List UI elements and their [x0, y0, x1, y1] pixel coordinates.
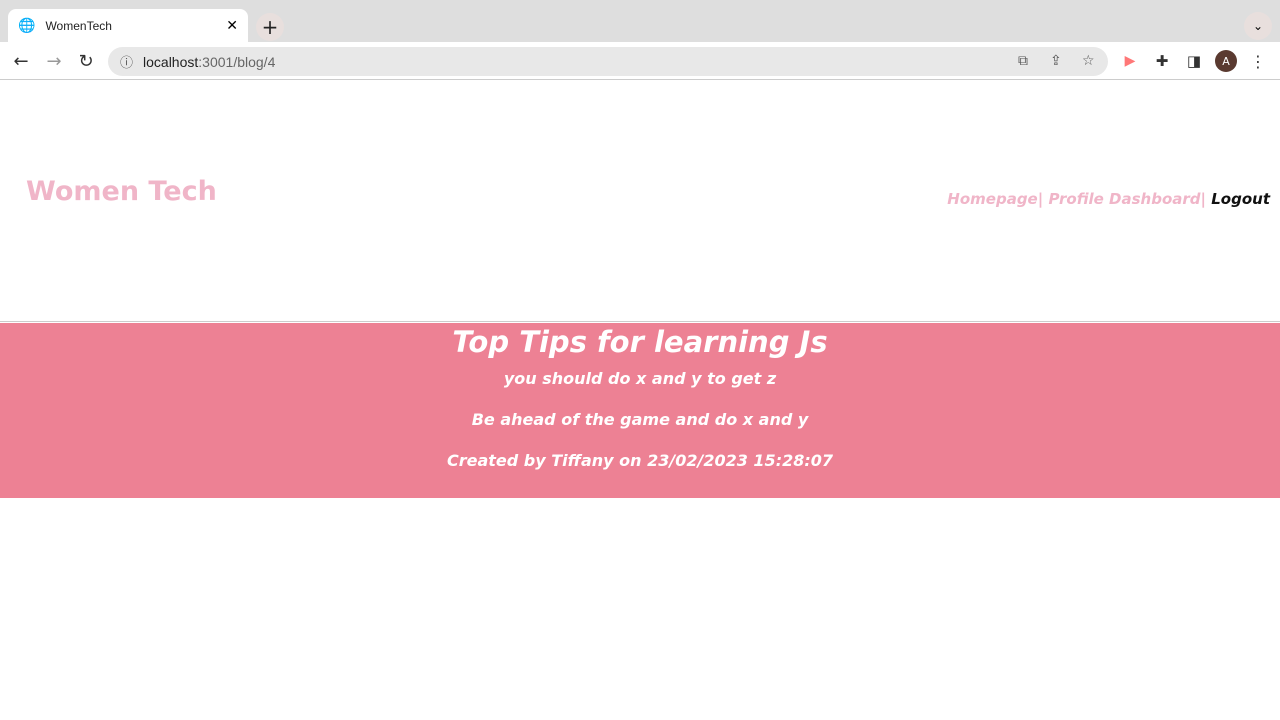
- nav-profile-dashboard[interactable]: Profile Dashboard|: [1048, 190, 1206, 208]
- post-meta: Created by Tiffany on 23/02/2023 15:28:0…: [446, 451, 834, 470]
- puzzle-icon[interactable]: ✚: [1151, 50, 1173, 72]
- chevron-down-icon[interactable]: ⌄: [1244, 12, 1272, 40]
- nav-logout[interactable]: Logout: [1211, 190, 1270, 208]
- site-logo[interactable]: Women Tech: [26, 176, 217, 207]
- url-path: :3001/blog/4: [198, 53, 276, 70]
- forward-icon[interactable]: →: [43, 50, 65, 72]
- address-bar[interactable]: ⓘ localhost:3001/blog/4 ⧉ ⇪ ☆: [108, 47, 1108, 76]
- tab-bar: 🌐 WomenTech ✕ + ⌄: [0, 0, 1280, 43]
- open-external-icon[interactable]: ⧉: [1018, 53, 1028, 69]
- site-header: Women Tech Homepage| Profile Dashboard| …: [0, 80, 1280, 322]
- side-panel-icon[interactable]: ◨: [1183, 50, 1205, 72]
- browser-tab[interactable]: 🌐 WomenTech ✕: [8, 9, 248, 43]
- close-icon[interactable]: ✕: [226, 18, 238, 34]
- info-icon[interactable]: ⓘ: [120, 52, 133, 71]
- post-title: Top Tips for learning Js: [452, 325, 828, 359]
- back-icon[interactable]: ←: [10, 50, 32, 72]
- blog-post: Top Tips for learning Js you should do x…: [0, 323, 1280, 498]
- reload-icon[interactable]: ↻: [75, 50, 97, 72]
- globe-icon: 🌐: [18, 18, 36, 34]
- url-host: localhost: [143, 53, 199, 70]
- avatar[interactable]: A: [1215, 50, 1237, 72]
- menu-icon[interactable]: ⋮: [1247, 50, 1269, 72]
- site-nav: Homepage| Profile Dashboard| Logout: [947, 190, 1270, 208]
- share-icon[interactable]: ⇪: [1050, 53, 1062, 69]
- star-icon[interactable]: ☆: [1082, 53, 1095, 69]
- post-subtitle: you should do x and y to get z: [503, 369, 777, 388]
- browser-toolbar: ← → ↻ ⓘ localhost:3001/blog/4 ⧉ ⇪ ☆ ▶ ✚ …: [0, 42, 1280, 80]
- extension-icon[interactable]: ▶: [1119, 50, 1141, 72]
- tab-title: WomenTech: [45, 19, 112, 33]
- post-body: Be ahead of the game and do x and y: [471, 410, 809, 429]
- nav-homepage[interactable]: Homepage|: [947, 190, 1043, 208]
- new-tab-button[interactable]: +: [256, 13, 284, 41]
